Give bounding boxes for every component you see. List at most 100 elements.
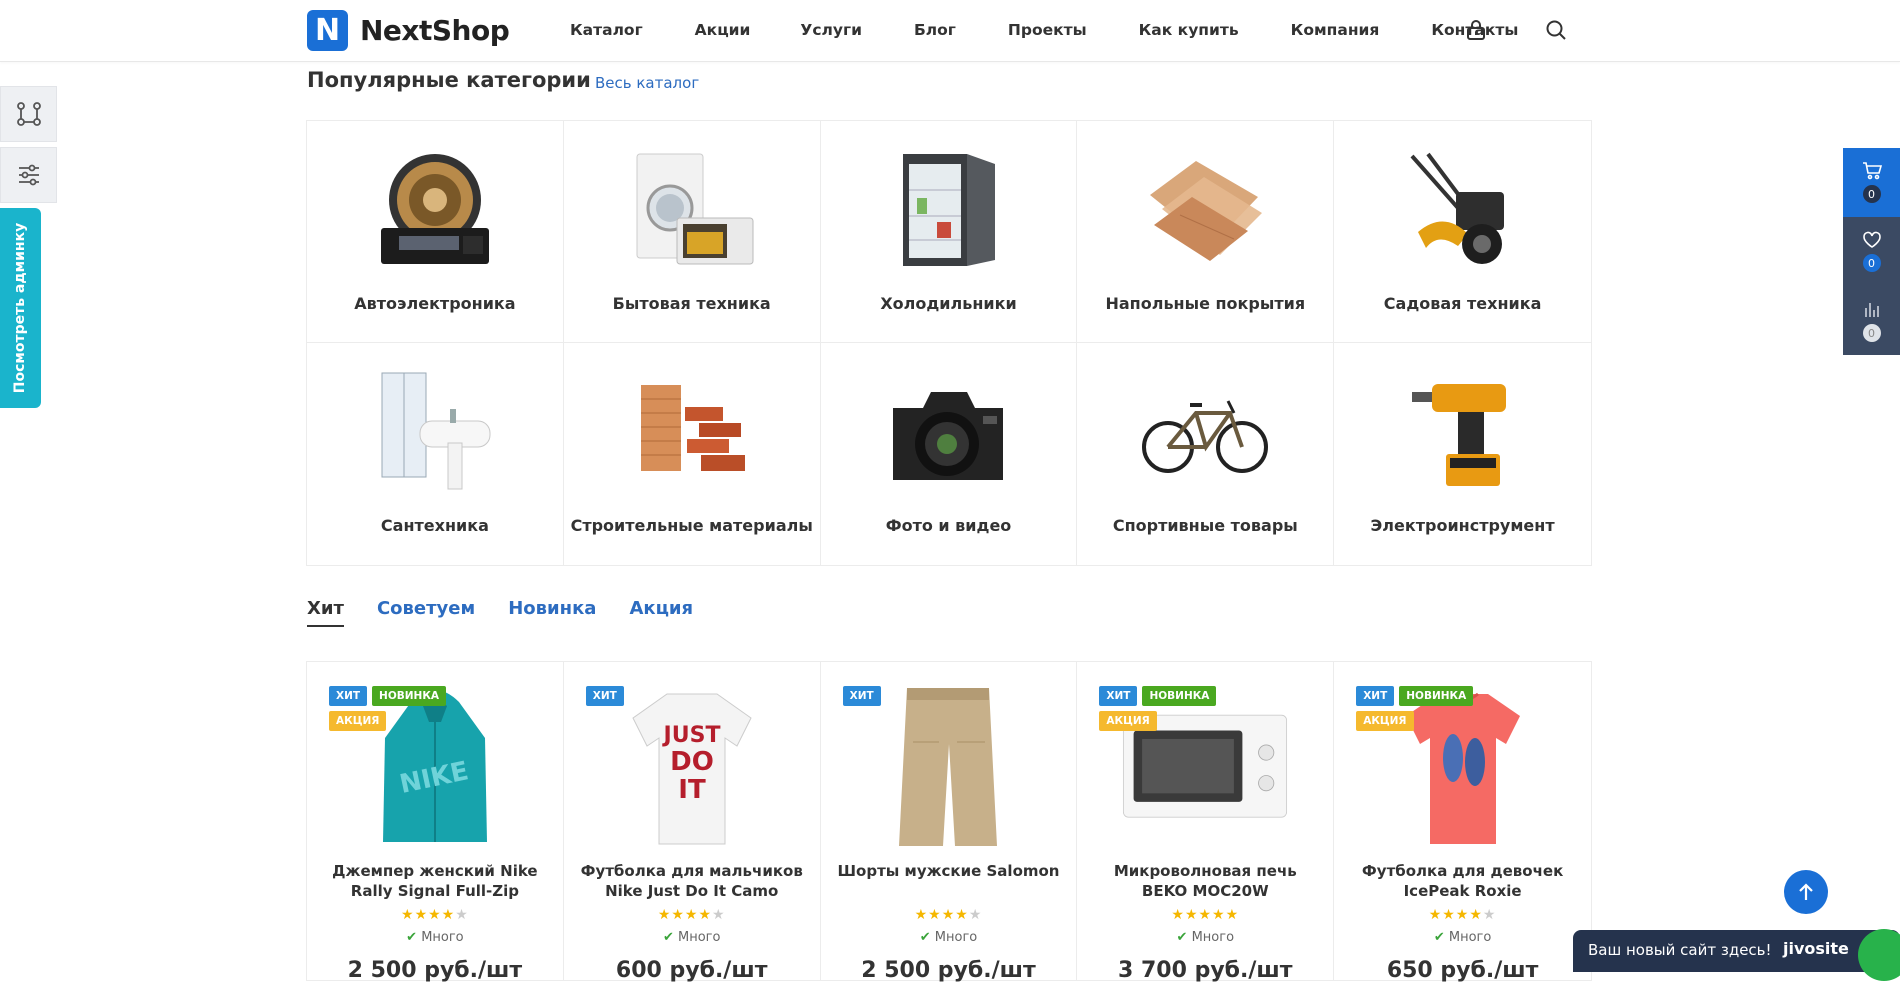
compare-widget[interactable]: 0 — [1843, 286, 1900, 355]
badge-hit: ХИТ — [585, 686, 624, 706]
category-image-camera — [883, 369, 1013, 494]
nav-item-projects[interactable]: Проекты — [1008, 21, 1087, 39]
category-name: Напольные покрытия — [1105, 294, 1306, 313]
category-card[interactable]: Бытовая техника — [563, 121, 821, 343]
category-card[interactable]: Электроинструмент — [1334, 343, 1591, 565]
category-image-flooring — [1140, 147, 1270, 272]
product-name[interactable]: Футболка для мальчиков Nike Just Do It C… — [578, 861, 806, 901]
check-icon: ✔ — [406, 930, 418, 945]
category-image-drill — [1398, 369, 1528, 494]
logo-mark: N — [307, 10, 348, 51]
svg-text:JUST: JUST — [661, 723, 720, 748]
chat-status-dot — [1858, 929, 1900, 981]
scroll-to-top-button[interactable] — [1784, 870, 1828, 914]
svg-text:DO: DO — [670, 747, 714, 777]
category-card[interactable]: Сантехника — [307, 343, 564, 565]
category-image-fridge — [883, 147, 1013, 272]
compare-flow-icon[interactable] — [0, 86, 57, 142]
badge-sale: АКЦИЯ — [1356, 711, 1414, 731]
check-icon: ✔ — [1433, 930, 1445, 945]
full-catalog-link[interactable]: Весь каталог — [595, 74, 699, 92]
lock-icon[interactable] — [1462, 16, 1490, 44]
badge-hit: ХИТ — [1099, 686, 1138, 706]
category-name: Садовая техника — [1383, 294, 1542, 313]
product-badges: ХИТ НОВИНКА АКЦИЯ — [1099, 686, 1229, 731]
badge-new: НОВИНКА — [372, 686, 447, 706]
search-icon[interactable] — [1542, 16, 1570, 44]
tab-sale[interactable]: Акция — [629, 598, 693, 627]
product-price: 600 руб./шт — [615, 958, 768, 983]
category-card[interactable]: Спортивные товары — [1077, 343, 1335, 565]
nav-item-company[interactable]: Компания — [1291, 21, 1380, 39]
chat-widget[interactable]: Ваш новый сайт здесь! jivosite — [1573, 929, 1900, 981]
wishlist-count: 0 — [1862, 254, 1881, 272]
category-grid: Автоэлектроника Бытовая техника Холодиль… — [306, 120, 1592, 566]
chat-text: Ваш новый сайт здесь! — [1588, 941, 1772, 959]
stock-status: ✔ Много — [307, 930, 563, 945]
right-widget-bar: 0 0 0 — [1843, 148, 1900, 355]
rating-stars: ★★★★★ — [657, 907, 726, 923]
category-card[interactable]: Строительные материалы — [564, 343, 821, 565]
tab-recommended[interactable]: Советуем — [377, 598, 475, 627]
wishlist-widget[interactable]: 0 — [1843, 217, 1900, 286]
category-name: Бытовая техника — [612, 294, 771, 313]
product-price: 2 500 руб./шт — [347, 958, 523, 983]
category-card[interactable]: Фото и видео — [821, 343, 1078, 565]
nav-item-sales[interactable]: Акции — [695, 21, 751, 39]
settings-sliders-icon[interactable] — [0, 147, 57, 203]
badge-sale: АКЦИЯ — [329, 711, 387, 731]
rating-stars: ★★★★★ — [1171, 907, 1240, 923]
category-card[interactable]: Напольные покрытия — [1077, 121, 1335, 343]
nav-item-how-to-buy[interactable]: Как купить — [1139, 21, 1239, 39]
badge-hit: ХИТ — [842, 686, 881, 706]
stock-label: Много — [934, 930, 978, 945]
cart-count: 0 — [1862, 185, 1881, 203]
category-image-garden-tiller — [1398, 147, 1528, 272]
product-name[interactable]: Джемпер женский Nike Rally Signal Full-Z… — [321, 861, 549, 901]
check-icon: ✔ — [662, 930, 674, 945]
stock-status: ✔ Много — [1077, 930, 1333, 945]
heart-icon — [1862, 231, 1881, 248]
rating-stars: ★★★★★ — [1428, 907, 1497, 923]
product-card[interactable]: ХИТ НОВИНКА АКЦИЯ Микроволновая печь BEK… — [1077, 662, 1335, 983]
product-card[interactable]: ХИТ Шорты мужские Salomon ★★★★★ ✔ Много … — [821, 662, 1078, 983]
site-logo[interactable]: N NextShop — [307, 10, 510, 51]
nav-item-blog[interactable]: Блог — [914, 21, 956, 39]
product-badges: ХИТ — [585, 686, 716, 706]
product-badges: ХИТ НОВИНКА АКЦИЯ — [1356, 686, 1486, 731]
rating-stars: ★★★★★ — [401, 907, 469, 923]
tab-hit[interactable]: Хит — [307, 598, 344, 627]
cart-icon — [1862, 162, 1882, 180]
category-card[interactable]: Садовая техника — [1334, 121, 1591, 343]
cart-widget[interactable]: 0 — [1843, 148, 1900, 217]
product-name[interactable]: Шорты мужские Salomon — [835, 861, 1063, 881]
category-image-bricks — [627, 369, 757, 494]
product-image-tshirt-boys: JUST DO IT — [607, 682, 777, 852]
category-card[interactable]: Холодильники — [820, 121, 1078, 343]
product-grid: NIKE ХИТ НОВИНКА АКЦИЯ Джемпер женский N… — [306, 661, 1592, 983]
badge-sale: АКЦИЯ — [1099, 711, 1157, 731]
product-name[interactable]: Микроволновая печь BEKO MOC20W — [1091, 861, 1319, 901]
tab-new[interactable]: Новинка — [508, 598, 596, 627]
bar-chart-icon — [1864, 303, 1879, 317]
svg-text:IT: IT — [678, 775, 706, 805]
stock-status: ✔ Много — [564, 930, 820, 945]
product-name[interactable]: Футболка для девочек IcePeak Roxie — [1348, 861, 1577, 901]
category-card[interactable]: Автоэлектроника — [307, 121, 564, 343]
badge-hit: ХИТ — [1356, 686, 1395, 706]
product-card[interactable]: JUST DO IT ХИТ Футболка для мальчиков Nike… — [564, 662, 821, 983]
badge-new: НОВИНКА — [1399, 686, 1474, 706]
product-card[interactable]: ХИТ НОВИНКА АКЦИЯ Футболка для девочек I… — [1334, 662, 1591, 983]
category-image-bicycle — [1140, 369, 1270, 494]
nav-item-catalog[interactable]: Каталог — [570, 21, 643, 39]
view-admin-tab[interactable]: Посмотреть админку — [0, 208, 41, 408]
check-icon: ✔ — [919, 930, 931, 945]
product-badges: ХИТ — [842, 686, 973, 706]
category-name: Электроинструмент — [1370, 516, 1555, 535]
product-card[interactable]: NIKE ХИТ НОВИНКА АКЦИЯ Джемпер женский N… — [307, 662, 564, 983]
check-icon: ✔ — [1176, 930, 1188, 945]
product-price: 2 500 руб./шт — [861, 958, 1036, 983]
category-name: Спортивные товары — [1112, 516, 1298, 535]
product-badges: ХИТ НОВИНКА АКЦИЯ — [329, 686, 459, 731]
nav-item-services[interactable]: Услуги — [800, 21, 862, 39]
